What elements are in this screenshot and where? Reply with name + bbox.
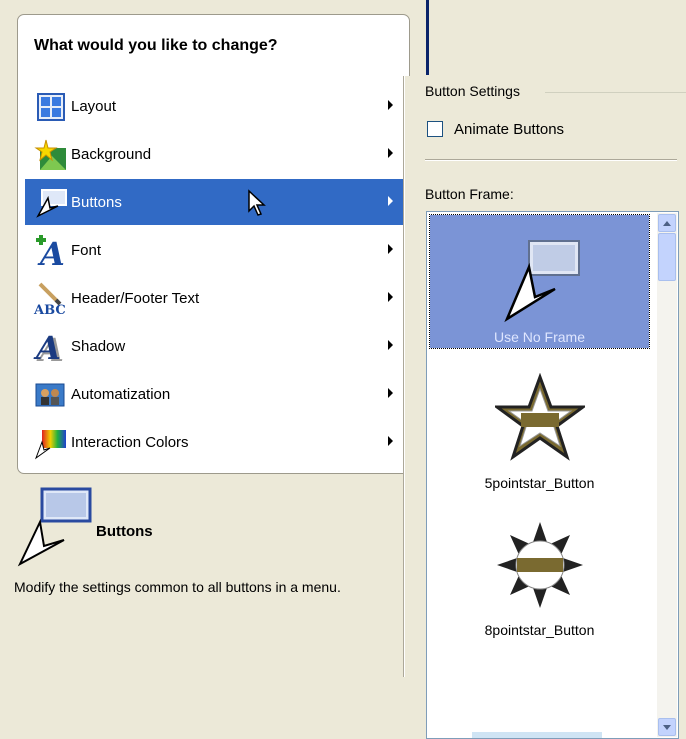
section-separator — [425, 159, 677, 161]
submenu-arrow-icon — [388, 244, 393, 254]
next-frame-item-partial — [472, 732, 602, 738]
description-text: Modify the settings common to all button… — [14, 579, 341, 595]
automatization-icon — [32, 376, 68, 412]
svg-text:A: A — [33, 329, 61, 364]
menu-item-layout[interactable]: Layout — [25, 83, 404, 129]
menu-item-label: Interaction Colors — [71, 433, 189, 451]
button-settings-panel: Button Settings Animate Buttons Button F… — [404, 76, 686, 739]
animate-buttons-label[interactable]: Animate Buttons — [454, 121, 564, 138]
scroll-up-icon — [663, 220, 671, 226]
buttons-icon — [32, 184, 68, 220]
menu-item-label: Font — [71, 241, 102, 259]
submenu-arrow-icon — [388, 196, 393, 206]
scroll-thumb[interactable] — [658, 233, 676, 281]
group-divider — [545, 92, 686, 93]
frame-caption: 8pointstar_Button — [484, 622, 595, 638]
menu-item-interaction-colors[interactable]: Interaction Colors — [25, 419, 404, 465]
submenu-arrow-icon — [388, 340, 393, 350]
header-footer-icon: ABC — [32, 280, 68, 318]
menu-item-label: Layout — [71, 97, 117, 115]
submenu-arrow-icon — [388, 148, 393, 158]
frame-option-8pointstar[interactable]: 8pointstar_Button — [430, 508, 649, 641]
button-frame-list[interactable]: Use No Frame 5pointstar_Button 8pointsta… — [426, 211, 679, 739]
svg-text:ABC: ABC — [33, 303, 66, 316]
menu-item-shadow[interactable]: AA Shadow — [25, 323, 404, 369]
menu-item-label: Header/Footer Text — [71, 289, 200, 307]
buttons-large-icon — [12, 486, 94, 572]
menu-item-font[interactable]: A Font — [25, 227, 404, 273]
menu-item-label: Background — [71, 145, 152, 163]
menu-item-automatization[interactable]: Automatization — [25, 371, 404, 417]
description-title: Buttons — [96, 523, 153, 540]
menu-item-header-footer-text[interactable]: ABC Header/Footer Text — [25, 275, 404, 321]
frame-list-scrollbar[interactable] — [657, 213, 677, 737]
animate-buttons-checkbox[interactable] — [427, 121, 443, 137]
background-icon — [32, 136, 68, 172]
frame-caption: Use No Frame — [493, 329, 586, 345]
interaction-colors-icon — [32, 424, 68, 460]
scroll-down-icon — [663, 724, 671, 730]
button-settings-group-label: Button Settings — [425, 83, 523, 99]
change-menu-panel: What would you like to change? Layout Ba… — [17, 14, 410, 474]
five-point-star-icon — [491, 372, 588, 467]
mouse-cursor-icon — [247, 189, 267, 221]
window-divider — [426, 0, 429, 75]
layout-icon — [32, 88, 68, 124]
frame-caption: 5pointstar_Button — [484, 475, 595, 491]
shadow-icon: AA — [32, 328, 68, 369]
font-icon: A — [32, 232, 68, 273]
submenu-arrow-icon — [388, 388, 393, 398]
menu-item-buttons[interactable]: Buttons — [25, 179, 404, 225]
menu-item-label: Buttons — [71, 193, 122, 211]
menu-item-background[interactable]: Background — [25, 131, 404, 177]
submenu-arrow-icon — [388, 100, 393, 110]
submenu-arrow-icon — [388, 292, 393, 302]
frame-option-5pointstar[interactable]: 5pointstar_Button — [430, 361, 649, 494]
menu-item-label: Automatization — [71, 385, 171, 403]
frame-option-no-frame[interactable]: Use No Frame — [429, 214, 650, 349]
menu-title: What would you like to change? — [34, 37, 278, 54]
submenu-arrow-icon — [388, 436, 393, 446]
scroll-down-button[interactable] — [658, 718, 676, 736]
button-frame-label: Button Frame: — [425, 186, 514, 202]
scroll-up-button[interactable] — [658, 214, 676, 232]
no-frame-icon — [495, 231, 585, 327]
eight-point-star-icon — [495, 520, 585, 614]
menu-item-label: Shadow — [71, 337, 126, 355]
